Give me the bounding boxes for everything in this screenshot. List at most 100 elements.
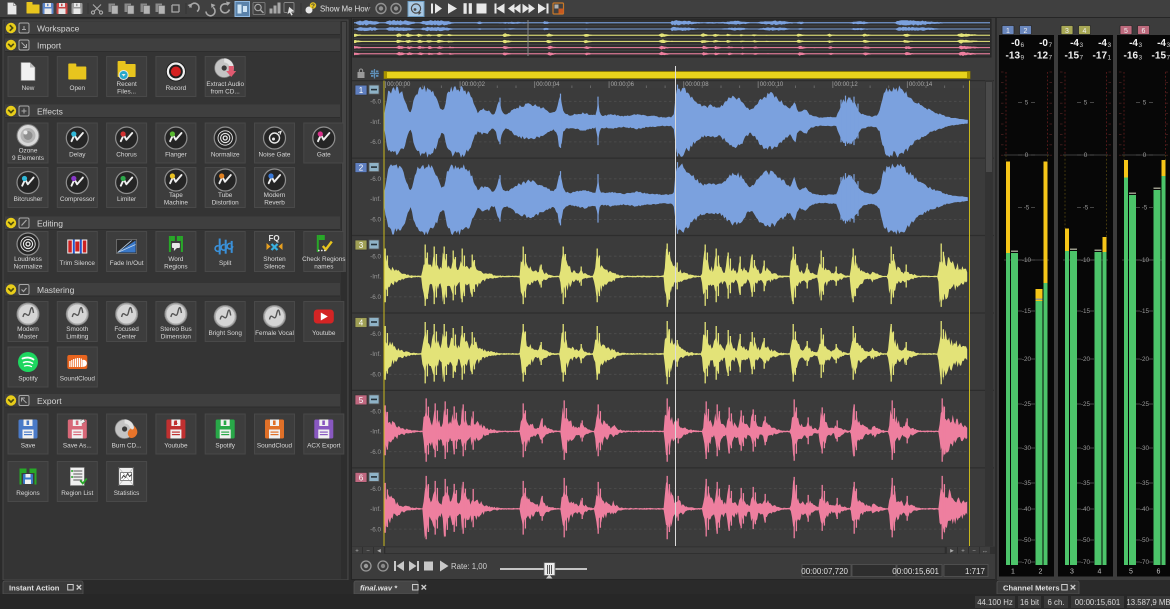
svg-text:Channel Meters: Channel Meters <box>1003 584 1060 593</box>
svg-text:Burn CD...: Burn CD... <box>112 443 142 450</box>
svg-text:00:00:08: 00:00:08 <box>685 82 709 88</box>
svg-text:-4: -4 <box>1098 38 1107 49</box>
svg-text:-6.0: -6.0 <box>370 449 381 456</box>
svg-text:Noise Gate: Noise Gate <box>259 152 291 159</box>
svg-text:-5: -5 <box>1083 205 1089 212</box>
svg-text:9 Elements: 9 Elements <box>12 155 44 162</box>
svg-text:Gate: Gate <box>317 152 331 159</box>
svg-text:Flanger: Flanger <box>165 152 188 159</box>
svg-text:00:00:04: 00:00:04 <box>536 82 560 88</box>
svg-text:Modern: Modern <box>17 326 39 333</box>
svg-text:-6.0: -6.0 <box>370 294 381 301</box>
svg-text:Tube: Tube <box>218 192 233 199</box>
svg-text:3: 3 <box>1065 28 1069 35</box>
svg-text:5: 5 <box>359 396 364 405</box>
svg-text:6: 6 <box>359 473 364 482</box>
svg-text:Focused: Focused <box>114 326 139 333</box>
svg-text:00:00:07,720: 00:00:07,720 <box>801 567 848 576</box>
svg-text:Recent: Recent <box>116 81 136 88</box>
svg-text:Bitcrusher: Bitcrusher <box>14 196 44 203</box>
svg-text:2: 2 <box>1024 28 1028 35</box>
svg-text:-30: -30 <box>1081 445 1091 452</box>
svg-text:00:00:12: 00:00:12 <box>834 82 858 88</box>
svg-text:5: 5 <box>1124 28 1128 35</box>
svg-text:-50: -50 <box>1140 537 1150 544</box>
svg-text:Spotify: Spotify <box>215 443 235 450</box>
svg-text:Female Vocal: Female Vocal <box>255 330 294 337</box>
svg-text:names: names <box>314 264 333 271</box>
svg-text:-Inf.: -Inf. <box>370 196 381 203</box>
svg-text:Regions: Regions <box>16 490 39 497</box>
svg-text:-13: -13 <box>1006 51 1021 62</box>
svg-text:Extract Audio: Extract Audio <box>206 81 244 88</box>
svg-text:9: 9 <box>1021 55 1025 62</box>
svg-text:Spotify: Spotify <box>18 376 38 383</box>
svg-text:-35: -35 <box>1081 480 1091 487</box>
svg-text:3: 3 <box>1070 569 1074 576</box>
svg-text:Chorus: Chorus <box>116 152 137 159</box>
svg-text:4: 4 <box>359 319 364 328</box>
svg-text:-35: -35 <box>1140 480 1150 487</box>
svg-text:Dimension: Dimension <box>161 334 192 341</box>
svg-text:Center: Center <box>117 334 137 341</box>
svg-text:00:00:14: 00:00:14 <box>909 82 933 88</box>
svg-text:Statistics: Statistics <box>114 490 140 497</box>
svg-text:Save As...: Save As... <box>63 443 92 450</box>
svg-text:Master: Master <box>18 334 38 341</box>
svg-text:-25: -25 <box>1022 401 1032 408</box>
svg-text:-20: -20 <box>1140 356 1150 363</box>
svg-text:00:00:06: 00:00:06 <box>611 82 635 88</box>
svg-text:Import: Import <box>37 41 62 51</box>
svg-text:-6.0: -6.0 <box>370 99 381 106</box>
svg-text:-6.0: -6.0 <box>370 372 381 379</box>
svg-text:0: 0 <box>1025 152 1029 159</box>
svg-text:-Inf.: -Inf. <box>370 274 381 281</box>
svg-text:Regions: Regions <box>164 264 187 271</box>
svg-text:►: ► <box>949 549 955 555</box>
svg-text:-70: -70 <box>1140 559 1150 566</box>
svg-text:-70: -70 <box>1081 559 1091 566</box>
svg-text:1: 1 <box>1011 569 1015 576</box>
svg-text:7: 7 <box>1049 42 1053 49</box>
svg-text:Save: Save <box>21 443 36 450</box>
svg-text:final.wav *: final.wav * <box>360 584 398 593</box>
svg-text:SoundCloud: SoundCloud <box>60 376 96 383</box>
svg-text:-15: -15 <box>1065 51 1080 62</box>
svg-text:-5: -5 <box>1142 205 1148 212</box>
svg-text:Limiter: Limiter <box>117 196 137 203</box>
svg-text:-4: -4 <box>1157 38 1166 49</box>
svg-text:Region List: Region List <box>61 490 93 497</box>
svg-text:5: 5 <box>1084 100 1088 107</box>
svg-text:-25: -25 <box>1140 401 1150 408</box>
svg-text:0: 0 <box>1143 152 1147 159</box>
svg-text:Split: Split <box>219 260 232 267</box>
svg-text:-17: -17 <box>1093 51 1108 62</box>
svg-text:-Inf.: -Inf. <box>370 119 381 126</box>
svg-text:Export: Export <box>37 396 62 406</box>
svg-text:Compressor: Compressor <box>60 196 96 203</box>
svg-text:00:00:02: 00:00:02 <box>462 82 486 88</box>
svg-text:-6.0: -6.0 <box>370 486 381 493</box>
svg-text:Limiting: Limiting <box>66 334 88 341</box>
svg-text:Normalize: Normalize <box>14 264 43 271</box>
svg-text:-6.0: -6.0 <box>370 408 381 415</box>
svg-text:6: 6 <box>1021 42 1025 49</box>
svg-text:-16: -16 <box>1124 51 1139 62</box>
svg-text:3: 3 <box>1080 42 1084 49</box>
svg-text:-6.0: -6.0 <box>370 217 381 224</box>
svg-text:Fade In/Out: Fade In/Out <box>110 260 144 267</box>
svg-text:Mastering: Mastering <box>37 285 75 295</box>
svg-text:3: 3 <box>1108 42 1112 49</box>
svg-text:Workspace: Workspace <box>37 24 80 34</box>
svg-text:1: 1 <box>359 86 364 95</box>
svg-text:-6.0: -6.0 <box>370 253 381 260</box>
svg-text:-6.0: -6.0 <box>370 139 381 146</box>
svg-text:?: ? <box>311 3 315 10</box>
svg-text:Show Me How: Show Me How <box>320 5 371 14</box>
svg-text:Shorten: Shorten <box>263 256 286 263</box>
svg-text:5: 5 <box>1129 569 1133 576</box>
svg-text:↔: ↔ <box>982 549 988 555</box>
svg-text:-15: -15 <box>1081 308 1091 315</box>
svg-text:00:00:15,601: 00:00:15,601 <box>1075 598 1121 607</box>
svg-text:Modern: Modern <box>264 192 286 199</box>
